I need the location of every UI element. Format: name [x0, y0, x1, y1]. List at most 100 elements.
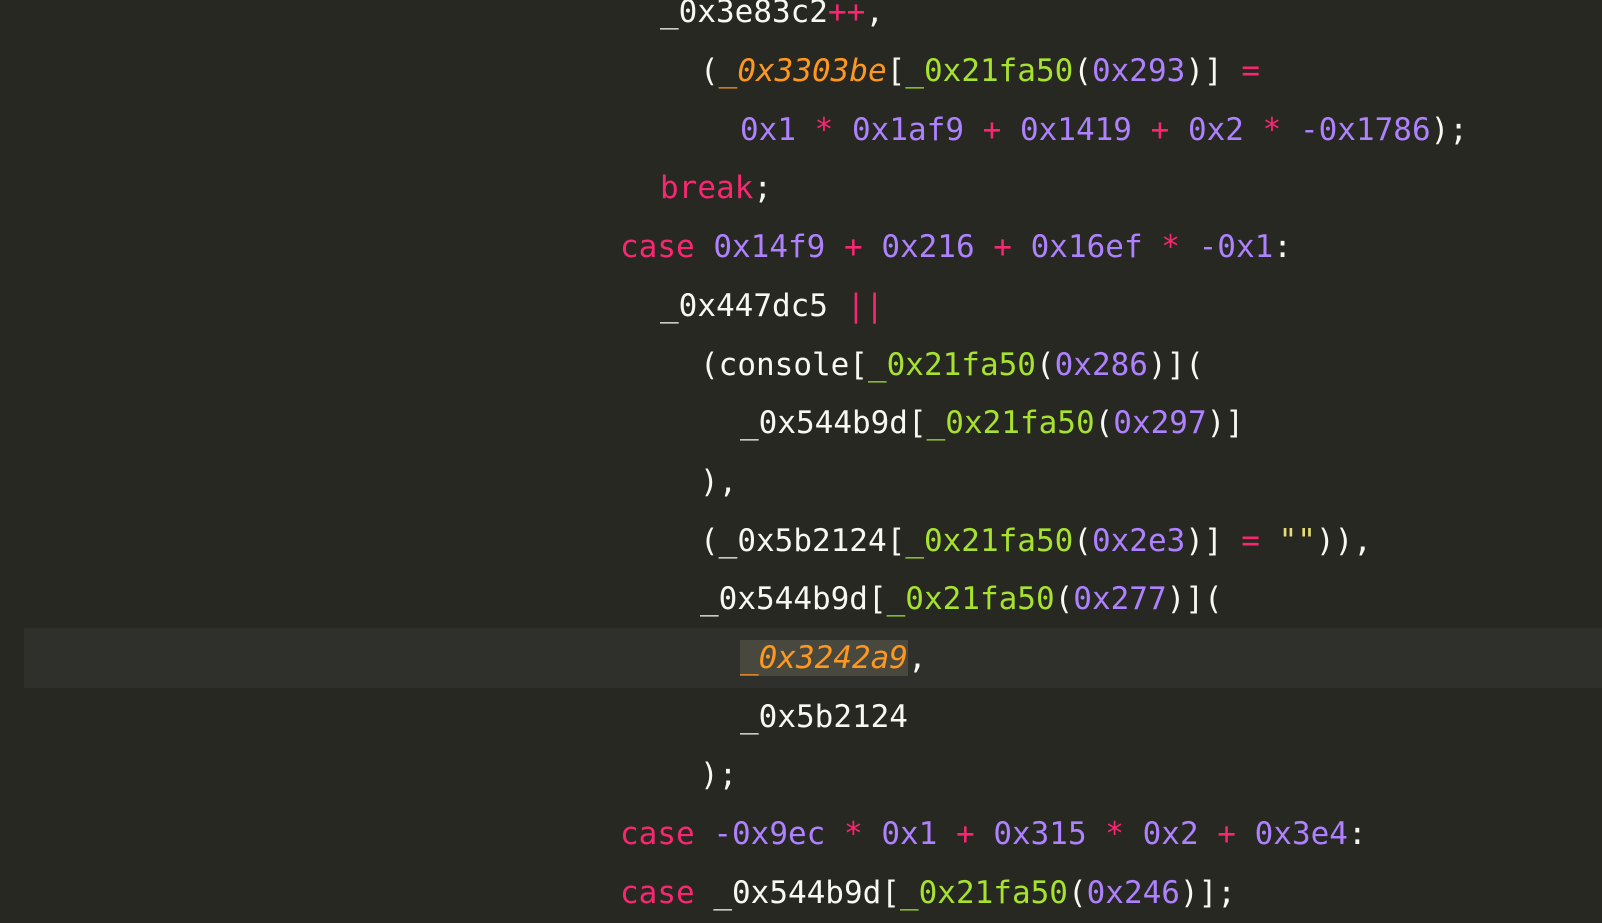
code-token: ), [700, 464, 738, 500]
code-token: : [1273, 229, 1292, 265]
code-text: (console[_0x21fa50(0x286)]( [700, 335, 1204, 395]
code-token: ); [700, 757, 738, 793]
code-token: 0x286 [1054, 347, 1148, 383]
code-text: ); [700, 745, 737, 805]
code-token: _0x21fa50 [926, 405, 1095, 441]
code-token: ( [1073, 523, 1092, 559]
code-token: 0x3e4 [1254, 816, 1348, 852]
code-token: _0x5b2124 [740, 699, 908, 735]
code-token: 0x2e3 [1091, 523, 1186, 559]
code-token: ( [1054, 581, 1074, 617]
code-token: case [620, 875, 695, 911]
code-token: case [620, 816, 695, 852]
code-token: ( [1035, 347, 1055, 383]
code-line[interactable]: case -0x9ec * 0x1 + 0x315 * 0x2 + 0x3e4: [0, 804, 1602, 864]
code-token: * [1243, 112, 1300, 148]
code-text: _0x447dc5 || [660, 276, 884, 336]
code-token: _0x21fa50 [886, 581, 1055, 617]
code-text: _0x3e83c2++, [660, 0, 884, 42]
code-token: 0x14f9 [713, 229, 826, 265]
code-text: case 0x14f9 + 0x216 + 0x16ef * -0x1: [620, 217, 1292, 277]
code-line[interactable]: ), [0, 452, 1602, 512]
current-code-line[interactable]: _0x3242a9, [24, 628, 1602, 688]
code-token: _0x3303be [718, 53, 887, 89]
code-token: _0x544b9d[ [713, 875, 900, 911]
code-token: 0x293 [1091, 53, 1186, 89]
code-line[interactable]: _0x5b2124 [0, 687, 1602, 747]
code-text: (_0x5b2124[_0x21fa50(0x2e3)] = "")), [700, 511, 1372, 571]
code-token: 0x2 [1142, 816, 1199, 852]
code-token: "" [1278, 523, 1316, 559]
code-token: , [907, 640, 927, 676]
code-text: _0x544b9d[_0x21fa50(0x277)]( [700, 569, 1223, 629]
code-token: = [1241, 53, 1260, 89]
code-line[interactable]: _0x544b9d[_0x21fa50(0x277)]( [0, 569, 1602, 629]
code-token: )]( [1166, 581, 1223, 617]
code-token: || [827, 288, 884, 324]
code-line[interactable]: ); [0, 745, 1602, 805]
code-line[interactable]: _0x544b9d[_0x21fa50(0x297)] [0, 393, 1602, 453]
code-text: case _0x544b9d[_0x21fa50(0x246)]; [620, 863, 1236, 923]
code-token: (console[ [700, 347, 868, 383]
code-token: )] [1206, 405, 1244, 441]
code-token: 0x1 [881, 816, 938, 852]
code-token: 0x216 [881, 229, 975, 265]
code-token: _0x3e83c2 [660, 0, 828, 30]
code-token: _0x21fa50 [905, 523, 1074, 559]
code-token: 0x246 [1086, 875, 1180, 911]
code-token: ( [700, 53, 719, 89]
code-token: 0x1419 [1019, 112, 1132, 148]
code-text: case -0x9ec * 0x1 + 0x315 * 0x2 + 0x3e4: [620, 804, 1367, 864]
code-token: _0x21fa50 [905, 53, 1074, 89]
code-text: _0x5b2124 [740, 687, 908, 747]
code-line[interactable]: 0x1 * 0x1af9 + 0x1419 + 0x2 * -0x1786); [0, 100, 1602, 160]
code-token: * [796, 112, 852, 148]
code-line[interactable]: _0x3e83c2++, [0, 0, 1602, 42]
code-token: + [963, 112, 1020, 148]
code-text: break; [660, 158, 772, 218]
code-token: 0x315 [993, 816, 1087, 852]
code-line[interactable]: case 0x14f9 + 0x216 + 0x16ef * -0x1: [0, 217, 1602, 277]
code-editor[interactable]: _0x3e83c2++, (_0x3303be[_0x21fa50(0x293)]… [0, 0, 1602, 921]
code-token: 0x1 [740, 112, 796, 148]
code-token: -0x9ec [713, 816, 826, 852]
code-token: )] [1185, 53, 1242, 89]
code-text: ), [700, 452, 737, 512]
code-token: + [974, 229, 1031, 265]
code-line[interactable]: case _0x544b9d[_0x21fa50(0x246)]; [0, 863, 1602, 923]
code-token: ; [753, 170, 772, 206]
code-line[interactable]: (_0x5b2124[_0x21fa50(0x2e3)] = "")), [0, 511, 1602, 571]
code-token: )), [1315, 523, 1372, 559]
code-line[interactable]: break; [0, 158, 1602, 218]
code-text: _0x3242a9, [740, 628, 927, 688]
code-token: _0x21fa50 [867, 347, 1036, 383]
code-token: )] [1185, 523, 1242, 559]
code-token: + [937, 816, 994, 852]
code-token: ( [1067, 875, 1087, 911]
code-token: _0x3242a9 [740, 640, 908, 676]
code-token: _0x447dc5 [660, 288, 828, 324]
code-token: [ [886, 53, 906, 89]
code-token: ( [1073, 53, 1092, 89]
code-token: , [865, 0, 884, 30]
code-line[interactable]: (_0x3303be[_0x21fa50(0x293)] = [0, 41, 1602, 101]
code-token: (_0x5b2124[ [700, 523, 906, 559]
code-token: -0x1786 [1299, 112, 1431, 148]
code-token: ++ [827, 0, 866, 30]
code-token: * [1142, 229, 1199, 265]
code-text: _0x544b9d[_0x21fa50(0x297)] [740, 393, 1244, 453]
code-token: _0x544b9d[ [740, 405, 927, 441]
code-token: 0x297 [1113, 405, 1207, 441]
code-token: -0x1 [1198, 229, 1274, 265]
code-line[interactable]: (console[_0x21fa50(0x286)]( [0, 335, 1602, 395]
code-token: ); [1430, 112, 1468, 148]
code-line[interactable]: _0x447dc5 || [0, 276, 1602, 336]
code-token: 0x277 [1073, 581, 1167, 617]
code-token: * [1086, 816, 1143, 852]
code-token: + [1198, 816, 1255, 852]
code-token: ( [1094, 405, 1114, 441]
code-token: _0x21fa50 [899, 875, 1068, 911]
code-token: break [660, 170, 754, 206]
